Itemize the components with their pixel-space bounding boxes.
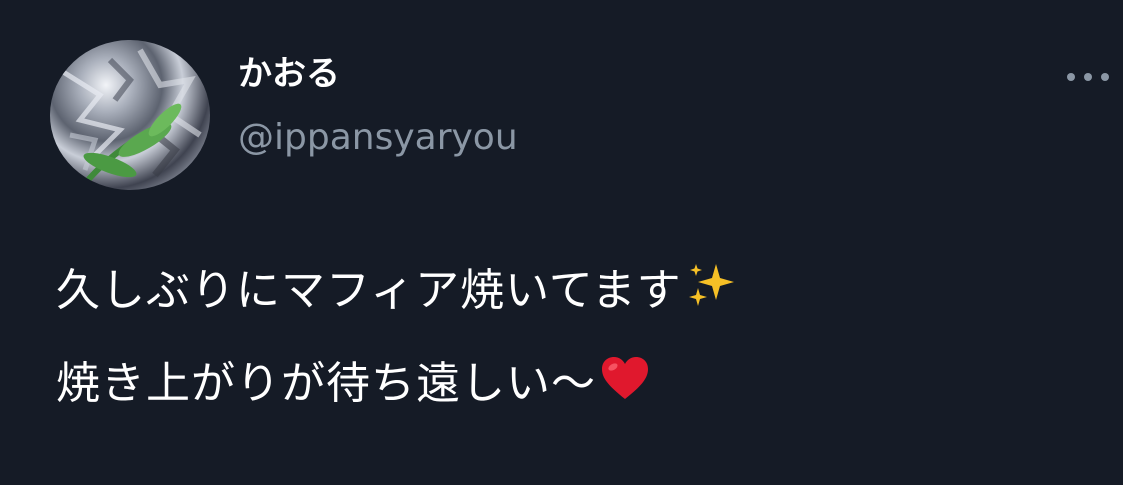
more-options-button[interactable] <box>1060 62 1116 92</box>
sparkles-icon <box>686 260 736 326</box>
tweet-card: かおる @ippansyaryou 久しぶりにマフィア焼いてます 焼き上がりが待… <box>0 0 1123 485</box>
tweet-text-line-1: 久しぶりにマフィア焼いてます <box>56 260 1096 326</box>
author-display-name[interactable]: かおる <box>238 52 340 96</box>
avatar[interactable] <box>50 40 210 190</box>
profile-photo-icon <box>58 48 202 190</box>
tweet-text-line-2: 焼き上がりが待ち遠しい〜 <box>56 354 1096 417</box>
author-handle[interactable]: @ippansyaryou <box>238 116 518 160</box>
tweet-text-segment: 焼き上がりが待ち遠しい〜 <box>56 358 596 409</box>
red-heart-icon <box>600 355 650 417</box>
more-horizontal-icon <box>1067 73 1109 81</box>
tweet-text-segment: 久しぶりにマフィア焼いてます <box>56 265 682 316</box>
